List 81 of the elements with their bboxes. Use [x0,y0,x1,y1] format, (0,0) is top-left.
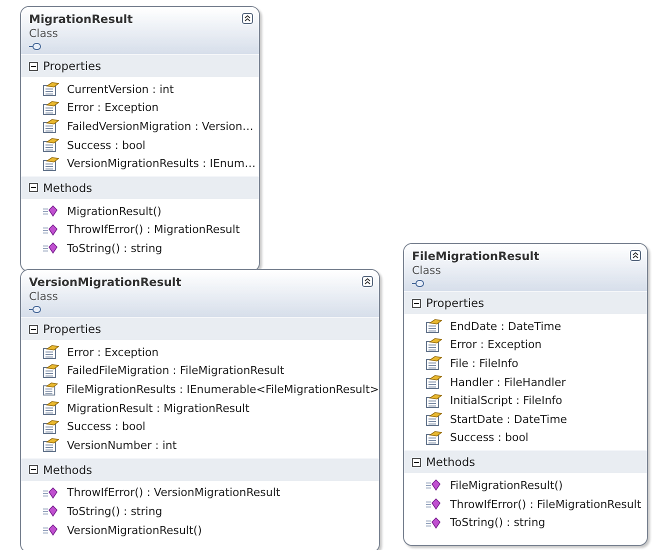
property-icon [43,119,59,134]
member-text: VersionMigrationResults : IEnum… [67,157,256,170]
section-toggle-icon[interactable] [29,62,38,70]
member-text: FileMigrationResults : IEnumerable<FileMigrationResult> [66,382,379,396]
class-shape[interactable] [403,243,648,546]
method-icon [43,523,59,538]
property-icon [43,82,59,96]
section-title: Properties [43,322,102,336]
section-title: Methods [426,455,476,470]
section-title: Properties [426,296,484,310]
section-title: Methods [43,180,92,195]
collapse-icon[interactable] [242,13,253,24]
property-icon [43,401,59,416]
member-text: ThrowIfError() : MigrationResult [67,223,240,236]
member-text: ToString() : string [67,242,162,255]
section-toggle-icon[interactable] [29,324,38,334]
section-title: Methods [43,462,92,477]
property-icon [43,438,59,452]
section-toggle-icon[interactable] [29,183,38,192]
member-text: ToString() : string [450,516,546,530]
property-icon [43,156,59,171]
member-text: StartDate : DateTime [450,412,568,426]
interface-lollipop-icon [29,306,41,313]
member-text: FailedVersionMigration : Version… [67,120,254,133]
property-icon [426,394,442,408]
class-name: MigrationResult [29,12,133,26]
collapse-icon[interactable] [362,276,373,287]
member-text: File : FileInfo [450,356,518,370]
class-stereotype: Class [29,27,59,40]
property-icon [426,319,442,334]
member-text: ToString() : string [67,504,162,518]
member-text: CurrentVersion : int [67,82,174,96]
collapse-icon[interactable] [630,250,641,261]
property-icon [43,364,59,378]
section-toggle-icon[interactable] [412,458,421,467]
member-text: Success : bool [450,431,528,444]
property-icon [426,375,442,390]
member-text: Success : bool [67,138,146,152]
class-stereotype: Class [29,290,59,303]
member-text: VersionMigrationResult() [67,524,202,537]
member-text: EndDate : DateTime [450,320,562,333]
interface-lollipop-icon [29,43,41,50]
interface-lollipop-icon [412,280,424,287]
property-icon [426,338,442,352]
section-toggle-icon[interactable] [29,465,38,474]
property-icon [426,356,442,370]
member-text: Handler : FileHandler [450,376,566,389]
section-title: Properties [43,59,102,73]
class-shape[interactable] [20,6,260,272]
method-icon [426,516,442,530]
member-text: Error : Exception [67,346,159,359]
member-text: MigrationResult() [67,204,162,218]
class-stereotype: Class [412,264,442,277]
member-text: VersionNumber : int [67,438,177,452]
method-icon [43,504,59,518]
method-icon [43,222,59,237]
member-text: Error : Exception [450,338,542,352]
property-icon [43,138,59,152]
member-text: ThrowIfError() : FileMigrationResult [450,498,642,511]
member-text: FailedFileMigration : FileMigrationResult [67,364,284,378]
section-toggle-icon[interactable] [412,298,421,308]
property-icon [426,430,442,445]
method-icon [43,486,59,500]
class-name: FileMigrationResult [412,249,540,263]
method-icon [43,241,59,256]
property-icon [43,345,59,360]
property-icon [426,412,442,426]
method-icon [426,478,442,492]
member-text: Error : Exception [67,101,159,114]
property-icon [43,420,59,434]
property-icon [43,100,59,115]
property-icon [43,382,58,396]
member-text: Success : bool [67,420,146,434]
method-icon [43,204,59,218]
member-text: FileMigrationResult() [450,478,563,492]
class-name: VersionMigrationResult [29,275,182,289]
member-text: InitialScript : FileInfo [450,394,562,408]
member-text: ThrowIfError() : VersionMigrationResult [67,486,280,500]
member-text: MigrationResult : MigrationResult [67,402,250,415]
class-shape[interactable] [20,269,380,550]
method-icon [426,497,442,512]
